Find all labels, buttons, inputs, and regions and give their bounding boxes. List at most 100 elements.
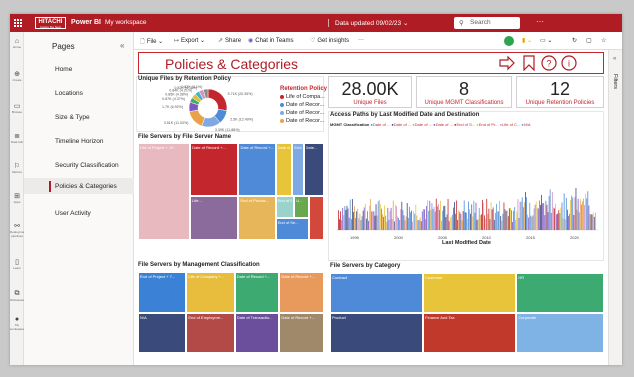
copilot-icon[interactable] [504,36,514,46]
bar[interactable] [400,209,402,230]
treemap-tile[interactable]: Date of Record +... [279,272,324,313]
treemap-tile[interactable]: Date of Transactio... [234,312,280,353]
treemap-tile[interactable] [309,196,324,240]
bar[interactable] [346,205,348,230]
bar[interactable] [418,220,420,230]
bar[interactable] [431,203,433,230]
bar[interactable] [473,200,475,230]
bar[interactable] [526,197,527,230]
bookmark-outline-icon[interactable] [521,55,537,71]
bar[interactable] [460,214,462,230]
bar[interactable] [489,219,491,230]
bar[interactable] [490,202,492,230]
treemap-tile[interactable]: Customer [423,273,517,313]
bar[interactable] [428,211,430,230]
treemap-tile[interactable]: Corporate [516,313,604,353]
bar[interactable] [566,209,568,230]
bar[interactable] [540,205,541,230]
bar[interactable] [591,214,593,230]
product-name[interactable]: Power BI [71,19,101,26]
bar[interactable] [584,204,585,230]
bar[interactable] [426,206,427,230]
bar[interactable] [449,217,451,230]
bar[interactable] [458,210,460,230]
bar[interactable] [437,203,439,230]
bar[interactable] [364,203,366,230]
bar[interactable] [450,216,452,230]
bar[interactable] [439,209,440,230]
bar[interactable] [463,200,465,230]
bar[interactable] [342,207,344,230]
bar[interactable] [530,215,532,230]
bar[interactable] [457,219,459,230]
bar[interactable] [554,208,555,230]
bar[interactable] [477,218,479,230]
bar[interactable] [568,216,569,230]
bar[interactable] [557,213,559,230]
bar[interactable] [446,214,448,230]
bar[interactable] [579,199,581,230]
bar[interactable] [424,209,425,230]
bookmark-icon[interactable]: ▮ ⌄ [522,37,532,44]
bar[interactable] [479,215,481,230]
bar[interactable] [432,208,434,230]
bar[interactable] [445,217,447,230]
bar[interactable] [543,203,545,230]
comment-icon[interactable]: ▢ [586,37,592,44]
bar[interactable] [574,196,576,230]
bar[interactable] [541,194,542,230]
bar[interactable] [382,214,383,230]
legend-item[interactable]: Date of ... [436,122,453,127]
bar[interactable] [425,219,426,230]
bar[interactable] [413,211,415,230]
rail-apps[interactable]: ⊞ Apps [10,192,24,204]
bar[interactable] [345,210,347,230]
toolbar-more-button[interactable]: ··· [358,37,364,43]
bar[interactable] [569,213,570,230]
bar[interactable] [442,210,444,230]
page-item-user-activity[interactable]: User Activity [24,205,134,221]
bar[interactable] [480,214,482,230]
bar[interactable] [571,195,573,230]
access-paths-bar-chart[interactable] [332,130,602,234]
bar[interactable] [456,200,458,230]
bar[interactable] [549,189,551,230]
bar[interactable] [472,216,474,230]
bar[interactable] [507,216,509,230]
rail-workspaces[interactable]: ⧉ Workspaces [10,290,26,302]
chat-in-teams-button[interactable]: ◉ Chat in Teams [248,37,294,44]
file-menu[interactable]: 🗋 File ⌄ [140,37,163,47]
bar[interactable] [503,202,505,230]
bar[interactable] [551,191,553,230]
page-item-home[interactable]: Home [24,61,134,77]
bar[interactable] [493,219,495,230]
bar[interactable] [397,216,398,230]
bar[interactable] [499,200,501,230]
bar[interactable] [487,213,489,230]
bar[interactable] [588,205,590,230]
bar[interactable] [410,212,411,230]
pie-legend-item[interactable]: Date of Recor... [280,110,324,116]
bar[interactable] [491,209,493,230]
bar[interactable] [407,218,409,230]
data-updated-dropdown[interactable]: Data updated 09/02/23 ⌄ [328,19,408,27]
bar[interactable] [558,210,560,230]
bar[interactable] [498,211,499,230]
bar[interactable] [422,209,424,230]
bar[interactable] [563,193,565,230]
treemap-tile[interactable]: Date... [303,143,324,197]
bar[interactable] [353,211,354,230]
bar[interactable] [547,212,549,230]
kpi-card-unique-policies[interactable]: 12 Unique Retention Policies [516,76,604,108]
bar[interactable] [467,218,468,230]
bar[interactable] [486,198,488,230]
bar[interactable] [513,211,515,230]
bar[interactable] [433,206,435,230]
kpi-card-unique-mgmt[interactable]: 8 Unique MGMT Classifications [416,76,512,108]
bar[interactable] [461,220,463,230]
bar[interactable] [576,209,578,230]
bar[interactable] [485,218,487,230]
legend-item[interactable]: End of Pr... [479,122,499,127]
expand-filters-icon[interactable]: « [613,56,616,62]
treemap-tile[interactable]: End of S... [275,196,295,218]
